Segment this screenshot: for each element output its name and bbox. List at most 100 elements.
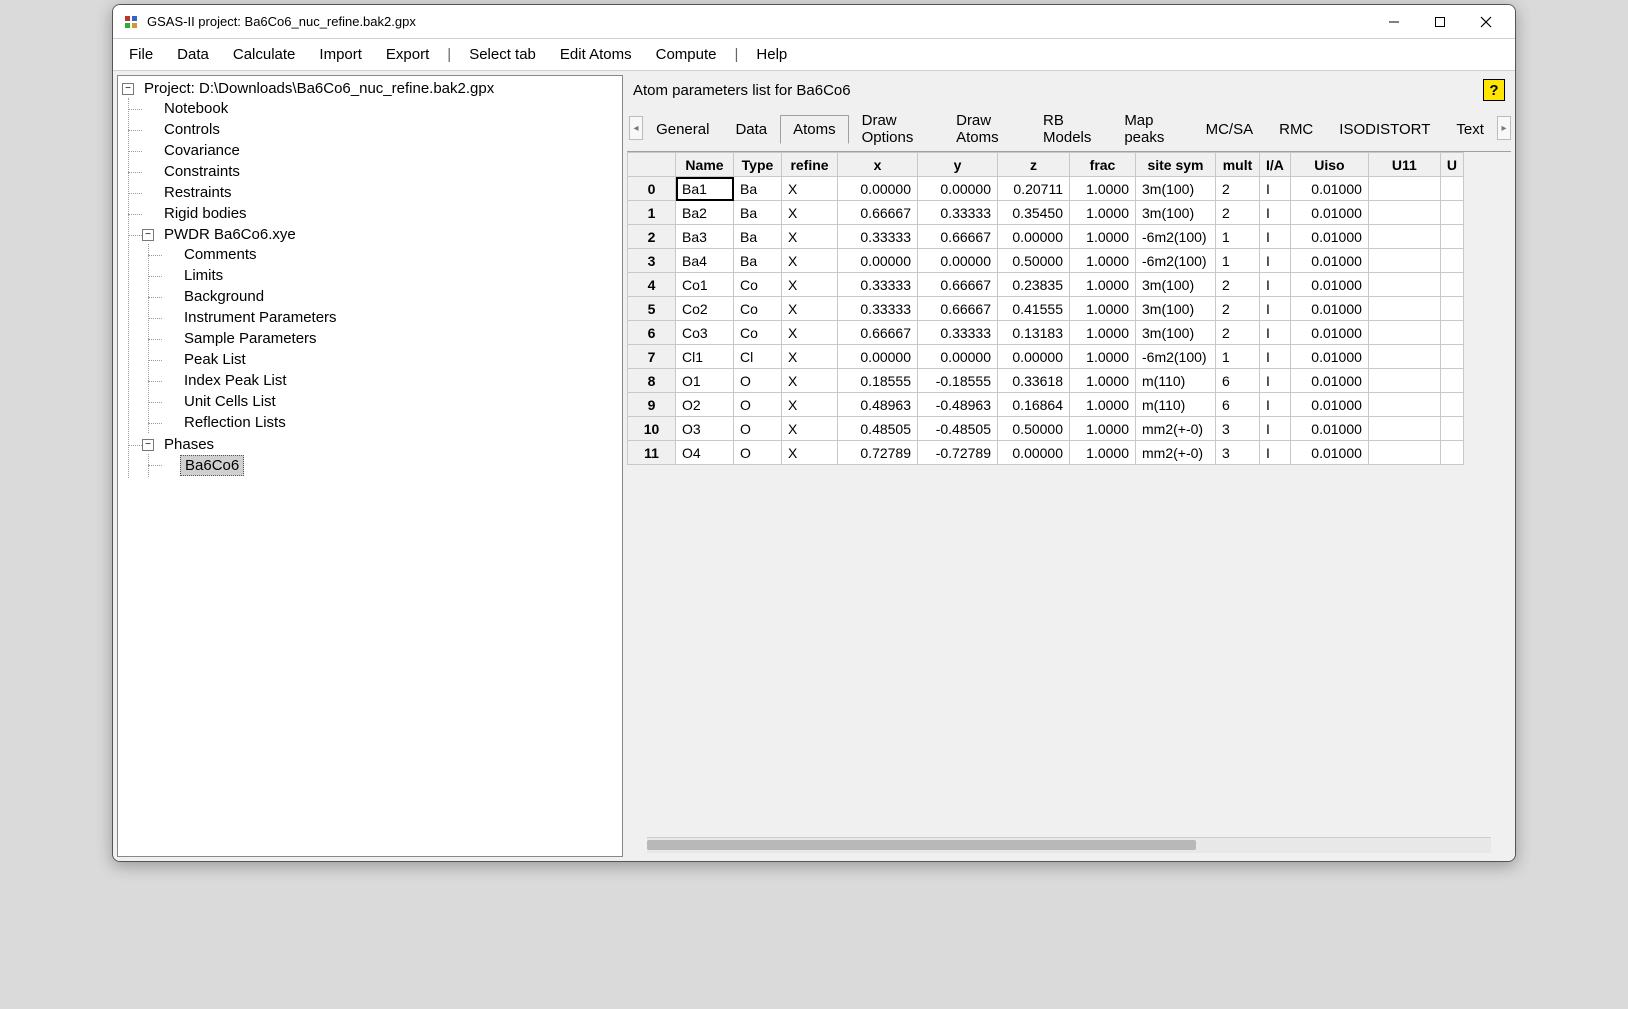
cell-frac[interactable]: 1.0000 [1070,249,1136,273]
cell-x[interactable]: 0.48505 [838,417,918,441]
tab-rb-models[interactable]: RB Models [1030,106,1111,152]
tab-scroll-left[interactable]: ◂ [629,116,643,140]
cell-refine[interactable]: X [782,273,838,297]
table-row[interactable]: 8O1OX0.18555-0.185550.336181.0000m(110)6… [628,369,1464,393]
row-header[interactable]: 5 [628,297,676,321]
col-z[interactable]: z [998,153,1070,177]
col-refine[interactable]: refine [782,153,838,177]
atom-grid[interactable]: Name Type refine x y z frac site sym mul… [627,152,1464,465]
cell-mult[interactable]: 2 [1216,273,1260,297]
cell-type[interactable]: O [734,393,782,417]
cell-refine[interactable]: X [782,201,838,225]
cell-ia[interactable]: I [1260,345,1291,369]
tab-general[interactable]: General [643,115,722,144]
cell-name[interactable]: Ba2 [676,201,734,225]
cell-name[interactable]: Ba4 [676,249,734,273]
row-header[interactable]: 9 [628,393,676,417]
cell-x[interactable]: 0.48963 [838,393,918,417]
tree-item-sample-params[interactable]: Sample Parameters [180,329,321,348]
table-row[interactable]: 0Ba1BaX0.000000.000000.207111.00003m(100… [628,177,1464,201]
tree-toggle-icon[interactable]: − [142,439,154,451]
col-uiso[interactable]: Uiso [1290,153,1368,177]
cell-z[interactable]: 0.33618 [998,369,1070,393]
cell-refine[interactable]: X [782,249,838,273]
row-header[interactable]: 10 [628,417,676,441]
col-frac[interactable]: frac [1070,153,1136,177]
cell-x[interactable]: 0.00000 [838,249,918,273]
cell-type[interactable]: O [734,369,782,393]
menu-edit-atoms[interactable]: Edit Atoms [548,42,644,67]
cell-type[interactable]: O [734,417,782,441]
row-header[interactable]: 2 [628,225,676,249]
cell-name[interactable]: Ba3 [676,225,734,249]
cell-uiso[interactable]: 0.01000 [1290,297,1368,321]
cell-frac[interactable]: 1.0000 [1070,225,1136,249]
cell-u11[interactable] [1368,441,1440,465]
tree-item-limits[interactable]: Limits [180,266,227,285]
cell-sitesym[interactable]: m(110) [1136,393,1216,417]
cell-name[interactable]: O3 [676,417,734,441]
project-tree-panel[interactable]: − Project: D:\Downloads\Ba6Co6_nuc_refin… [117,75,623,857]
table-row[interactable]: 1Ba2BaX0.666670.333330.354501.00003m(100… [628,201,1464,225]
cell-u11[interactable] [1368,345,1440,369]
table-row[interactable]: 6Co3CoX0.666670.333330.131831.00003m(100… [628,321,1464,345]
table-row[interactable]: 10O3OX0.48505-0.485050.500001.0000mm2(+-… [628,417,1464,441]
cell-mult[interactable]: 1 [1216,249,1260,273]
cell-refine[interactable]: X [782,369,838,393]
cell-type[interactable]: Co [734,321,782,345]
row-header[interactable]: 4 [628,273,676,297]
menu-help[interactable]: Help [744,42,799,67]
cell-uiso[interactable]: 0.01000 [1290,201,1368,225]
cell-sitesym[interactable]: 3m(100) [1136,201,1216,225]
tree-item-comments[interactable]: Comments [180,245,261,264]
cell-refine[interactable]: X [782,441,838,465]
cell-type[interactable]: Ba [734,225,782,249]
menu-data[interactable]: Data [165,42,221,67]
col-u[interactable]: U [1440,153,1463,177]
cell-z[interactable]: 0.00000 [998,225,1070,249]
cell-u11[interactable] [1368,369,1440,393]
tab-text[interactable]: Text [1443,115,1497,144]
maximize-button[interactable] [1417,5,1463,39]
cell-z[interactable]: 0.41555 [998,297,1070,321]
cell-type[interactable]: Co [734,297,782,321]
cell-u11[interactable] [1368,393,1440,417]
table-row[interactable]: 3Ba4BaX0.000000.000000.500001.0000-6m2(1… [628,249,1464,273]
tree-item-phase-ba6co6[interactable]: Ba6Co6 [180,455,244,476]
tree-item-instrument-params[interactable]: Instrument Parameters [180,308,341,327]
cell-frac[interactable]: 1.0000 [1070,297,1136,321]
menu-select-tab[interactable]: Select tab [457,42,548,67]
cell-mult[interactable]: 6 [1216,393,1260,417]
cell-u11[interactable] [1368,273,1440,297]
tree-item-constraints[interactable]: Constraints [160,162,244,181]
cell-mult[interactable]: 3 [1216,417,1260,441]
cell-mult[interactable]: 2 [1216,297,1260,321]
cell-y[interactable]: 0.33333 [918,201,998,225]
cell-mult[interactable]: 2 [1216,321,1260,345]
col-ia[interactable]: I/A [1260,153,1291,177]
cell-type[interactable]: O [734,441,782,465]
cell-u[interactable] [1440,201,1463,225]
cell-uiso[interactable]: 0.01000 [1290,345,1368,369]
cell-name[interactable]: O4 [676,441,734,465]
table-row[interactable]: 2Ba3BaX0.333330.666670.000001.0000-6m2(1… [628,225,1464,249]
help-button[interactable]: ? [1483,79,1505,101]
cell-type[interactable]: Co [734,273,782,297]
cell-frac[interactable]: 1.0000 [1070,417,1136,441]
tree-item-notebook[interactable]: Notebook [160,99,232,118]
row-header[interactable]: 6 [628,321,676,345]
cell-z[interactable]: 0.35450 [998,201,1070,225]
cell-u11[interactable] [1368,225,1440,249]
cell-sitesym[interactable]: -6m2(100) [1136,345,1216,369]
tab-rmc[interactable]: RMC [1266,115,1326,144]
cell-z[interactable]: 0.50000 [998,417,1070,441]
table-row[interactable]: 4Co1CoX0.333330.666670.238351.00003m(100… [628,273,1464,297]
row-header[interactable]: 11 [628,441,676,465]
cell-mult[interactable]: 3 [1216,441,1260,465]
cell-sitesym[interactable]: 3m(100) [1136,321,1216,345]
tree-item-unit-cells[interactable]: Unit Cells List [180,392,280,411]
cell-ia[interactable]: I [1260,393,1291,417]
cell-refine[interactable]: X [782,177,838,201]
cell-uiso[interactable]: 0.01000 [1290,177,1368,201]
cell-frac[interactable]: 1.0000 [1070,393,1136,417]
